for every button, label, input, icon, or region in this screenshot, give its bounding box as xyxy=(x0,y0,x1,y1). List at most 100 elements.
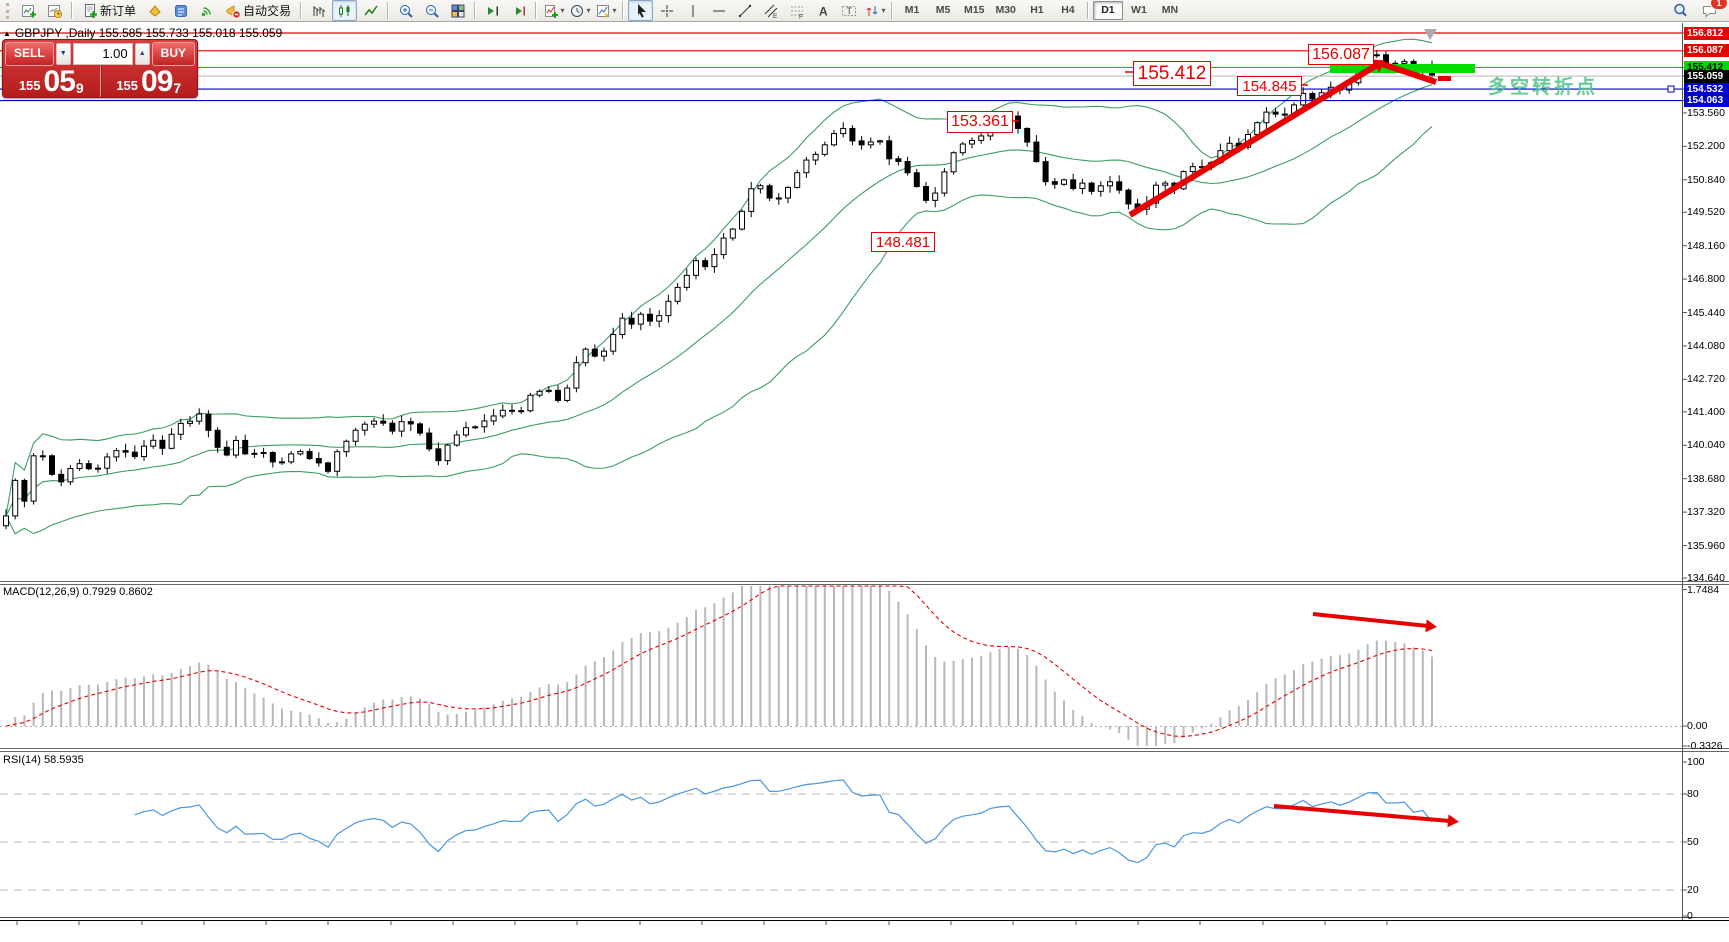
chart-title: ▲GBPJPY ,Daily 155.585 155.733 155.018 1… xyxy=(3,26,282,40)
periods-button[interactable]: ▾ xyxy=(567,0,592,21)
fibonacci-button[interactable]: F xyxy=(784,0,809,21)
macd-axis-label: 1.7484 xyxy=(1687,584,1719,596)
sell-button[interactable]: SELL xyxy=(5,42,54,66)
candlestick-chart-icon xyxy=(337,3,353,19)
y-axis-label: 134.640 xyxy=(1687,572,1725,584)
tf-button-M5[interactable]: M5 xyxy=(928,1,958,20)
new-order-icon xyxy=(82,3,98,19)
new-chart-icon xyxy=(21,3,37,19)
chart-shift-button[interactable] xyxy=(506,0,531,21)
y-axis-label: 146.800 xyxy=(1687,273,1725,285)
tf-button-M1[interactable]: M1 xyxy=(897,1,927,20)
cursor-button[interactable] xyxy=(628,0,653,21)
indicators-button[interactable]: ▾ xyxy=(541,0,566,21)
auto-trading-label: 自动交易 xyxy=(243,2,291,19)
templates-button[interactable]: ▾ xyxy=(593,0,618,21)
price-annotation-153.361[interactable]: 153.361 xyxy=(947,111,1013,133)
search-button[interactable] xyxy=(1668,0,1693,21)
macd-axis-label: -0.3326 xyxy=(1687,740,1723,752)
auto-scroll-button[interactable] xyxy=(480,0,505,21)
market-watch-button[interactable] xyxy=(142,0,167,21)
crosshair-button[interactable] xyxy=(654,0,679,21)
trendline-button[interactable] xyxy=(732,0,757,21)
tf-button-MN[interactable]: MN xyxy=(1155,1,1185,20)
price-annotation-148.481[interactable]: 148.481 xyxy=(871,232,935,252)
price-annotation-155.412[interactable]: 155.412 xyxy=(1133,61,1211,86)
chart-canvas[interactable] xyxy=(0,0,1729,942)
bar-chart-button[interactable] xyxy=(306,0,331,21)
svg-text:E: E xyxy=(773,13,778,19)
chart-shift-icon xyxy=(511,3,527,19)
buy-price[interactable]: 155097 xyxy=(101,66,198,97)
bar-chart-icon xyxy=(311,3,327,19)
new-chart-button[interactable] xyxy=(16,0,41,21)
small-red-dash[interactable] xyxy=(1438,76,1451,81)
sell-price-main: 05 xyxy=(44,69,75,95)
toolbar-separator xyxy=(891,2,893,19)
zoom-out-icon xyxy=(424,3,440,19)
scroll-end-marker-icon xyxy=(1424,29,1437,40)
indicators-icon xyxy=(543,3,559,19)
new-order-button[interactable]: 新订单 xyxy=(77,0,141,21)
tile-windows-button[interactable] xyxy=(445,0,470,21)
price-line-handle xyxy=(1668,86,1674,92)
y-axis-label: 152.200 xyxy=(1687,140,1725,152)
volume-input[interactable]: 1.00 xyxy=(73,43,133,65)
equidistant-channel-icon: E xyxy=(763,3,779,19)
toolbar-separator xyxy=(387,2,389,19)
toolbar-separator xyxy=(474,2,476,19)
candlestick-chart-button[interactable] xyxy=(332,0,357,21)
rsi-axis-label: 20 xyxy=(1687,884,1699,896)
tf-button-H1[interactable]: H1 xyxy=(1022,1,1052,20)
auto-trading-button[interactable]: 自动交易 xyxy=(220,0,296,21)
vertical-line-button[interactable] xyxy=(680,0,705,21)
line-chart-button[interactable] xyxy=(358,0,383,21)
rsi-axis-label: 100 xyxy=(1687,756,1705,768)
rsi-axis-label: 0 xyxy=(1687,910,1693,922)
sell-price-int: 155 xyxy=(19,79,41,92)
buy-button[interactable]: BUY xyxy=(152,42,195,66)
zoom-in-button[interactable] xyxy=(393,0,418,21)
y-axis-label: 135.960 xyxy=(1687,540,1725,552)
equidistant-channel-button[interactable]: E xyxy=(758,0,783,21)
zoom-out-button[interactable] xyxy=(419,0,444,21)
volume-up-button[interactable]: ▲ xyxy=(135,43,150,65)
text-label-button[interactable]: T xyxy=(836,0,861,21)
notifications-button[interactable]: 1 xyxy=(1697,0,1722,21)
cursor-icon xyxy=(633,3,649,19)
tf-button-H4[interactable]: H4 xyxy=(1053,1,1083,20)
price-annotation-156.087[interactable]: 156.087 xyxy=(1308,44,1374,65)
horizontal-line-icon xyxy=(711,3,727,19)
auto-scroll-icon xyxy=(485,3,501,19)
y-axis-label: 150.840 xyxy=(1687,174,1725,186)
trend-arrow-3[interactable] xyxy=(1274,806,1450,821)
trend-arrow-head xyxy=(1425,619,1437,632)
sell-price[interactable]: 155059 xyxy=(3,66,101,97)
tf-button-W1[interactable]: W1 xyxy=(1124,1,1154,20)
y-axis-label: 148.160 xyxy=(1687,240,1725,252)
chart-profiles-icon xyxy=(47,3,63,19)
horizontal-line-button[interactable] xyxy=(706,0,731,21)
trendline-icon xyxy=(737,3,753,19)
toolbar-separator xyxy=(71,2,73,19)
vertical-line-icon xyxy=(685,3,701,19)
price-annotation-154.845[interactable]: 154.845 xyxy=(1237,76,1302,96)
buy-price-int: 155 xyxy=(116,79,138,92)
arrows-button[interactable]: ▾ xyxy=(862,0,887,21)
signals-button[interactable] xyxy=(194,0,219,21)
y-axis-label: 140.040 xyxy=(1687,439,1725,451)
trend-arrow-2[interactable] xyxy=(1313,614,1428,626)
new-order-label: 新订单 xyxy=(100,2,136,19)
sell-price-sup: 9 xyxy=(76,81,84,95)
tf-button-D1[interactable]: D1 xyxy=(1093,1,1123,20)
chart-profiles-button[interactable] xyxy=(42,0,67,21)
data-window-button[interactable] xyxy=(168,0,193,21)
trend-note[interactable]: 多空转折点 xyxy=(1488,72,1598,99)
fibonacci-icon: F xyxy=(789,3,805,19)
tf-button-M30[interactable]: M30 xyxy=(990,1,1020,20)
text-button[interactable]: A xyxy=(810,0,835,21)
svg-text:A: A xyxy=(819,4,828,18)
tf-button-M15[interactable]: M15 xyxy=(959,1,989,20)
volume-down-button[interactable]: ▼ xyxy=(56,43,71,65)
auto-trading-icon xyxy=(225,3,241,19)
